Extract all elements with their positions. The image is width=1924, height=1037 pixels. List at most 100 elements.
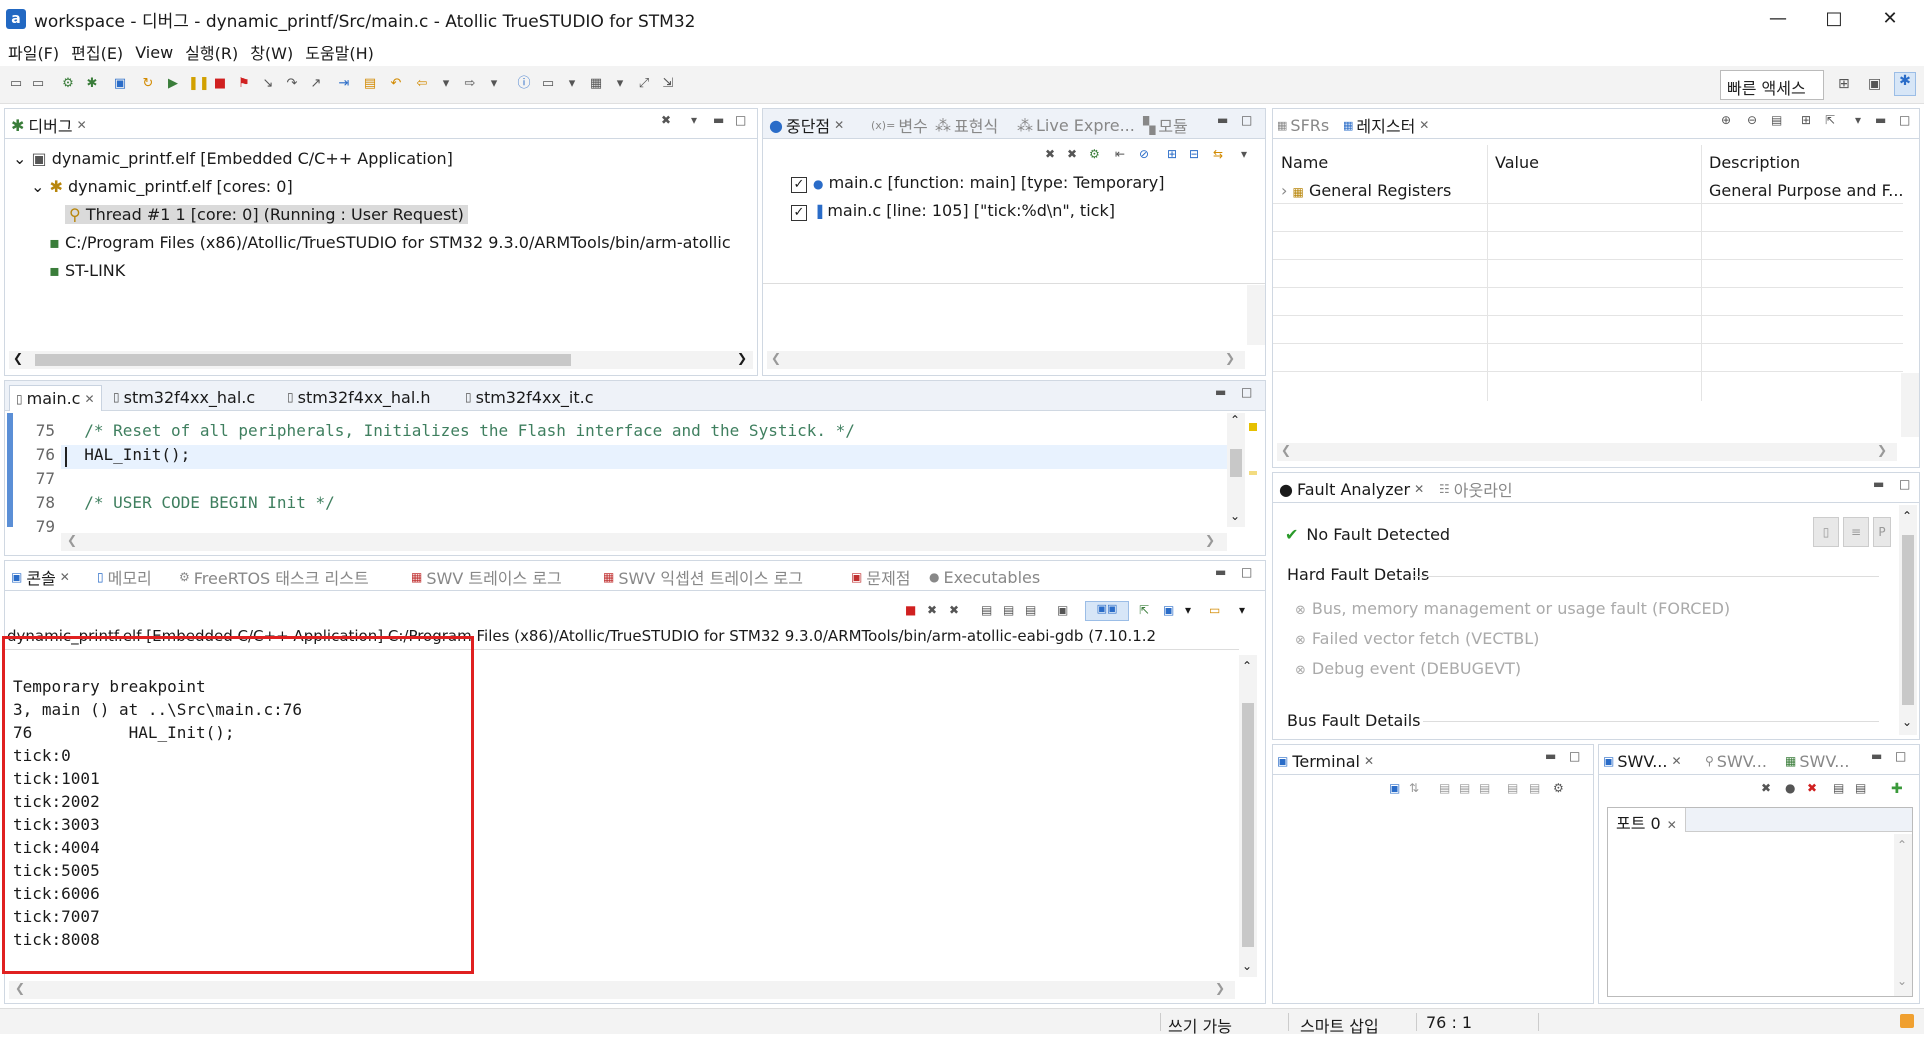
tree-node-target[interactable]: ⌄ ✱ dynamic_printf.elf [cores: 0] <box>31 177 293 196</box>
step-return-icon[interactable]: ↗ <box>308 76 324 92</box>
info-icon[interactable]: ⓘ <box>516 76 532 92</box>
tab-variables[interactable]: (x)= 변수 <box>871 113 928 137</box>
tab-registers[interactable]: ▦ 레지스터 ✕ <box>1343 113 1429 137</box>
maximize-icon[interactable]: □ <box>1899 113 1910 127</box>
tab-stm32f4xx-hal-c[interactable]: ▯ stm32f4xx_hal.c <box>113 385 255 409</box>
scroll-up-icon[interactable]: ⌃ <box>1242 659 1252 673</box>
column-header-name[interactable]: Name <box>1281 153 1328 172</box>
checkbox-checked-icon[interactable]: ✓ <box>791 205 807 221</box>
scroll-down-icon[interactable]: ⌄ <box>1897 974 1907 988</box>
minimize-icon[interactable]: ▬ <box>1545 749 1556 763</box>
tree-node-stlink[interactable]: ▪ ST-LINK <box>49 261 125 280</box>
collapse-all-icon[interactable]: ⊟ <box>1189 147 1199 161</box>
scroll-right-icon[interactable]: ❯ <box>1877 443 1887 457</box>
scroll-down-icon[interactable]: ⌄ <box>1242 959 1252 973</box>
checkbox-checked-icon[interactable]: ✓ <box>791 177 807 193</box>
clear-console-icon[interactable]: ▤ <box>981 603 992 617</box>
chevron-down-icon[interactable]: ▾ <box>1239 603 1245 617</box>
show-console-toggle[interactable]: ▣▣ <box>1085 601 1129 621</box>
scroll-right-icon[interactable]: ❯ <box>737 351 747 365</box>
tab-swv-trace-log[interactable]: ▦ SWV 트레이스 로그 <box>411 565 562 589</box>
scroll-left-icon[interactable]: ❮ <box>67 533 77 547</box>
tab-stm32f4xx-it-c[interactable]: ▯ stm32f4xx_it.c <box>465 385 594 409</box>
debug-icon[interactable]: ✱ <box>84 76 100 92</box>
record-icon[interactable]: ● <box>1785 781 1795 795</box>
vertical-scrollbar[interactable]: ⌃ ⌄ <box>1227 413 1245 527</box>
menu-window[interactable]: 창(W) <box>250 40 293 64</box>
maximize-icon[interactable]: □ <box>1899 477 1910 491</box>
copy-icon[interactable]: ▤ <box>1439 781 1450 795</box>
tab-breakpoints[interactable]: ● 중단점 ✕ <box>769 113 844 137</box>
save-icon[interactable]: ▭ <box>8 76 24 92</box>
minimize-button[interactable]: — <box>1750 0 1806 36</box>
scroll-lock-icon[interactable]: ▤ <box>1003 603 1014 617</box>
breakpoint-row[interactable]: ✓ ● main.c [function: main] [type: Tempor… <box>791 173 1164 193</box>
minimize-icon[interactable]: ▬ <box>1215 565 1226 579</box>
tab-swv-3[interactable]: ▦ SWV... <box>1785 749 1849 773</box>
menu-file[interactable]: 파일(F) <box>8 40 59 64</box>
suspend-icon[interactable]: ❚❚ <box>188 76 210 92</box>
maximize-icon[interactable]: □ <box>1569 749 1580 763</box>
scroll-up-icon[interactable]: ⌃ <box>1230 413 1240 427</box>
tab-swv-2[interactable]: ⚲ SWV... <box>1705 749 1767 773</box>
build-icon[interactable]: ⚙ <box>60 76 76 92</box>
nav-back-icon[interactable]: ⇦ <box>414 76 430 92</box>
save-all-icon[interactable]: ▭ <box>30 76 46 92</box>
configure-icon[interactable]: ✖ <box>1761 781 1771 795</box>
go-to-file-icon[interactable]: ⇤ <box>1115 147 1125 161</box>
code-line[interactable]: /* Reset of all peripherals, Initializes… <box>65 421 855 440</box>
paste-icon[interactable]: ▤ <box>1459 781 1470 795</box>
close-button[interactable]: ✕ <box>1862 0 1918 36</box>
open-console-icon[interactable]: ▣ <box>1163 603 1174 617</box>
new-console-icon[interactable]: ▭ <box>1209 603 1220 617</box>
remove-icon[interactable]: ⊖ <box>1747 113 1757 127</box>
tab-port-0[interactable]: 포트 0 ✕ <box>1608 808 1686 833</box>
scroll-right-icon[interactable]: ❯ <box>1215 981 1225 995</box>
tab-sfrs[interactable]: ▦ SFRs <box>1277 113 1329 137</box>
terminate-icon[interactable]: ■ <box>905 603 916 617</box>
tab-stm32f4xx-hal-h[interactable]: ▯ stm32f4xx_hal.h <box>287 385 431 409</box>
show-breakpoints-icon[interactable]: ⚙ <box>1089 147 1100 161</box>
code-line[interactable]: HAL_Init(); <box>65 445 190 464</box>
export-icon[interactable]: ⇱ <box>1825 113 1835 127</box>
fault-action-button[interactable]: P <box>1873 517 1891 547</box>
vertical-scrollbar[interactable]: ⌃ ⌄ <box>1894 834 1912 996</box>
scroll-thumb[interactable] <box>35 354 571 366</box>
remove-icon[interactable]: ✖ <box>1045 147 1055 161</box>
step-over-icon[interactable]: ↷ <box>284 76 300 92</box>
quick-access-field[interactable]: 빠른 액세스 <box>1720 70 1824 100</box>
tab-debug[interactable]: ✱ 디버그 ✕ <box>11 113 87 137</box>
tree-node-thread[interactable]: ⚲ Thread #1 1 [core: 0] (Running : User … <box>65 205 468 224</box>
scroll-left-icon[interactable]: ❮ <box>13 351 23 365</box>
perspective-cpp-icon[interactable]: ▣ <box>1868 76 1881 92</box>
remove-terminated-icon[interactable]: ✖ <box>661 113 671 127</box>
terminate-icon[interactable]: ■ <box>212 76 228 92</box>
vertical-scrollbar[interactable]: ⌃ ⌄ <box>1899 505 1917 735</box>
tab-freertos[interactable]: ⚙ FreeRTOS 태스크 리스트 <box>179 565 369 589</box>
minimize-icon[interactable]: ▬ <box>713 113 724 127</box>
minimize-icon[interactable]: ▬ <box>1871 749 1882 763</box>
close-icon[interactable]: ✕ <box>84 392 94 406</box>
scroll-left-icon[interactable]: ❮ <box>1281 443 1291 457</box>
breakpoint-row[interactable]: ✓ ▐ main.c [line: 105] ["tick:%d\n", tick… <box>791 201 1115 221</box>
expand-all-icon[interactable]: ⊞ <box>1167 147 1177 161</box>
add-icon[interactable]: ⊕ <box>1721 113 1731 127</box>
close-icon[interactable]: ✕ <box>1671 754 1681 768</box>
window-icon[interactable]: ▭ <box>540 76 556 92</box>
chevron-down-icon[interactable]: ▾ <box>612 76 628 92</box>
tree-node-launch[interactable]: ⌄ ▣ dynamic_printf.elf [Embedded C/C++ A… <box>13 149 453 168</box>
maximize-icon[interactable]: □ <box>1241 565 1252 579</box>
fault-action-button[interactable]: ≡ <box>1843 517 1869 547</box>
save-icon[interactable]: ▤ <box>1855 781 1866 795</box>
close-icon[interactable]: ✕ <box>1667 818 1677 832</box>
horizontal-scrollbar[interactable]: ❮ ❯ <box>9 981 1235 999</box>
step-into-icon[interactable]: ↘ <box>260 76 276 92</box>
scroll-up-icon[interactable]: ⌃ <box>1897 838 1907 852</box>
minimize-icon[interactable]: ▬ <box>1217 113 1228 127</box>
scroll-thumb[interactable] <box>1902 535 1914 705</box>
column-header-description[interactable]: Description <box>1709 153 1800 172</box>
stop-icon[interactable]: ✖ <box>1807 781 1817 795</box>
horizontal-scrollbar[interactable]: ❮ ❯ <box>767 351 1245 369</box>
remove-all-icon[interactable]: ✖ <box>1067 147 1077 161</box>
menu-edit[interactable]: 편집(E) <box>71 40 123 64</box>
